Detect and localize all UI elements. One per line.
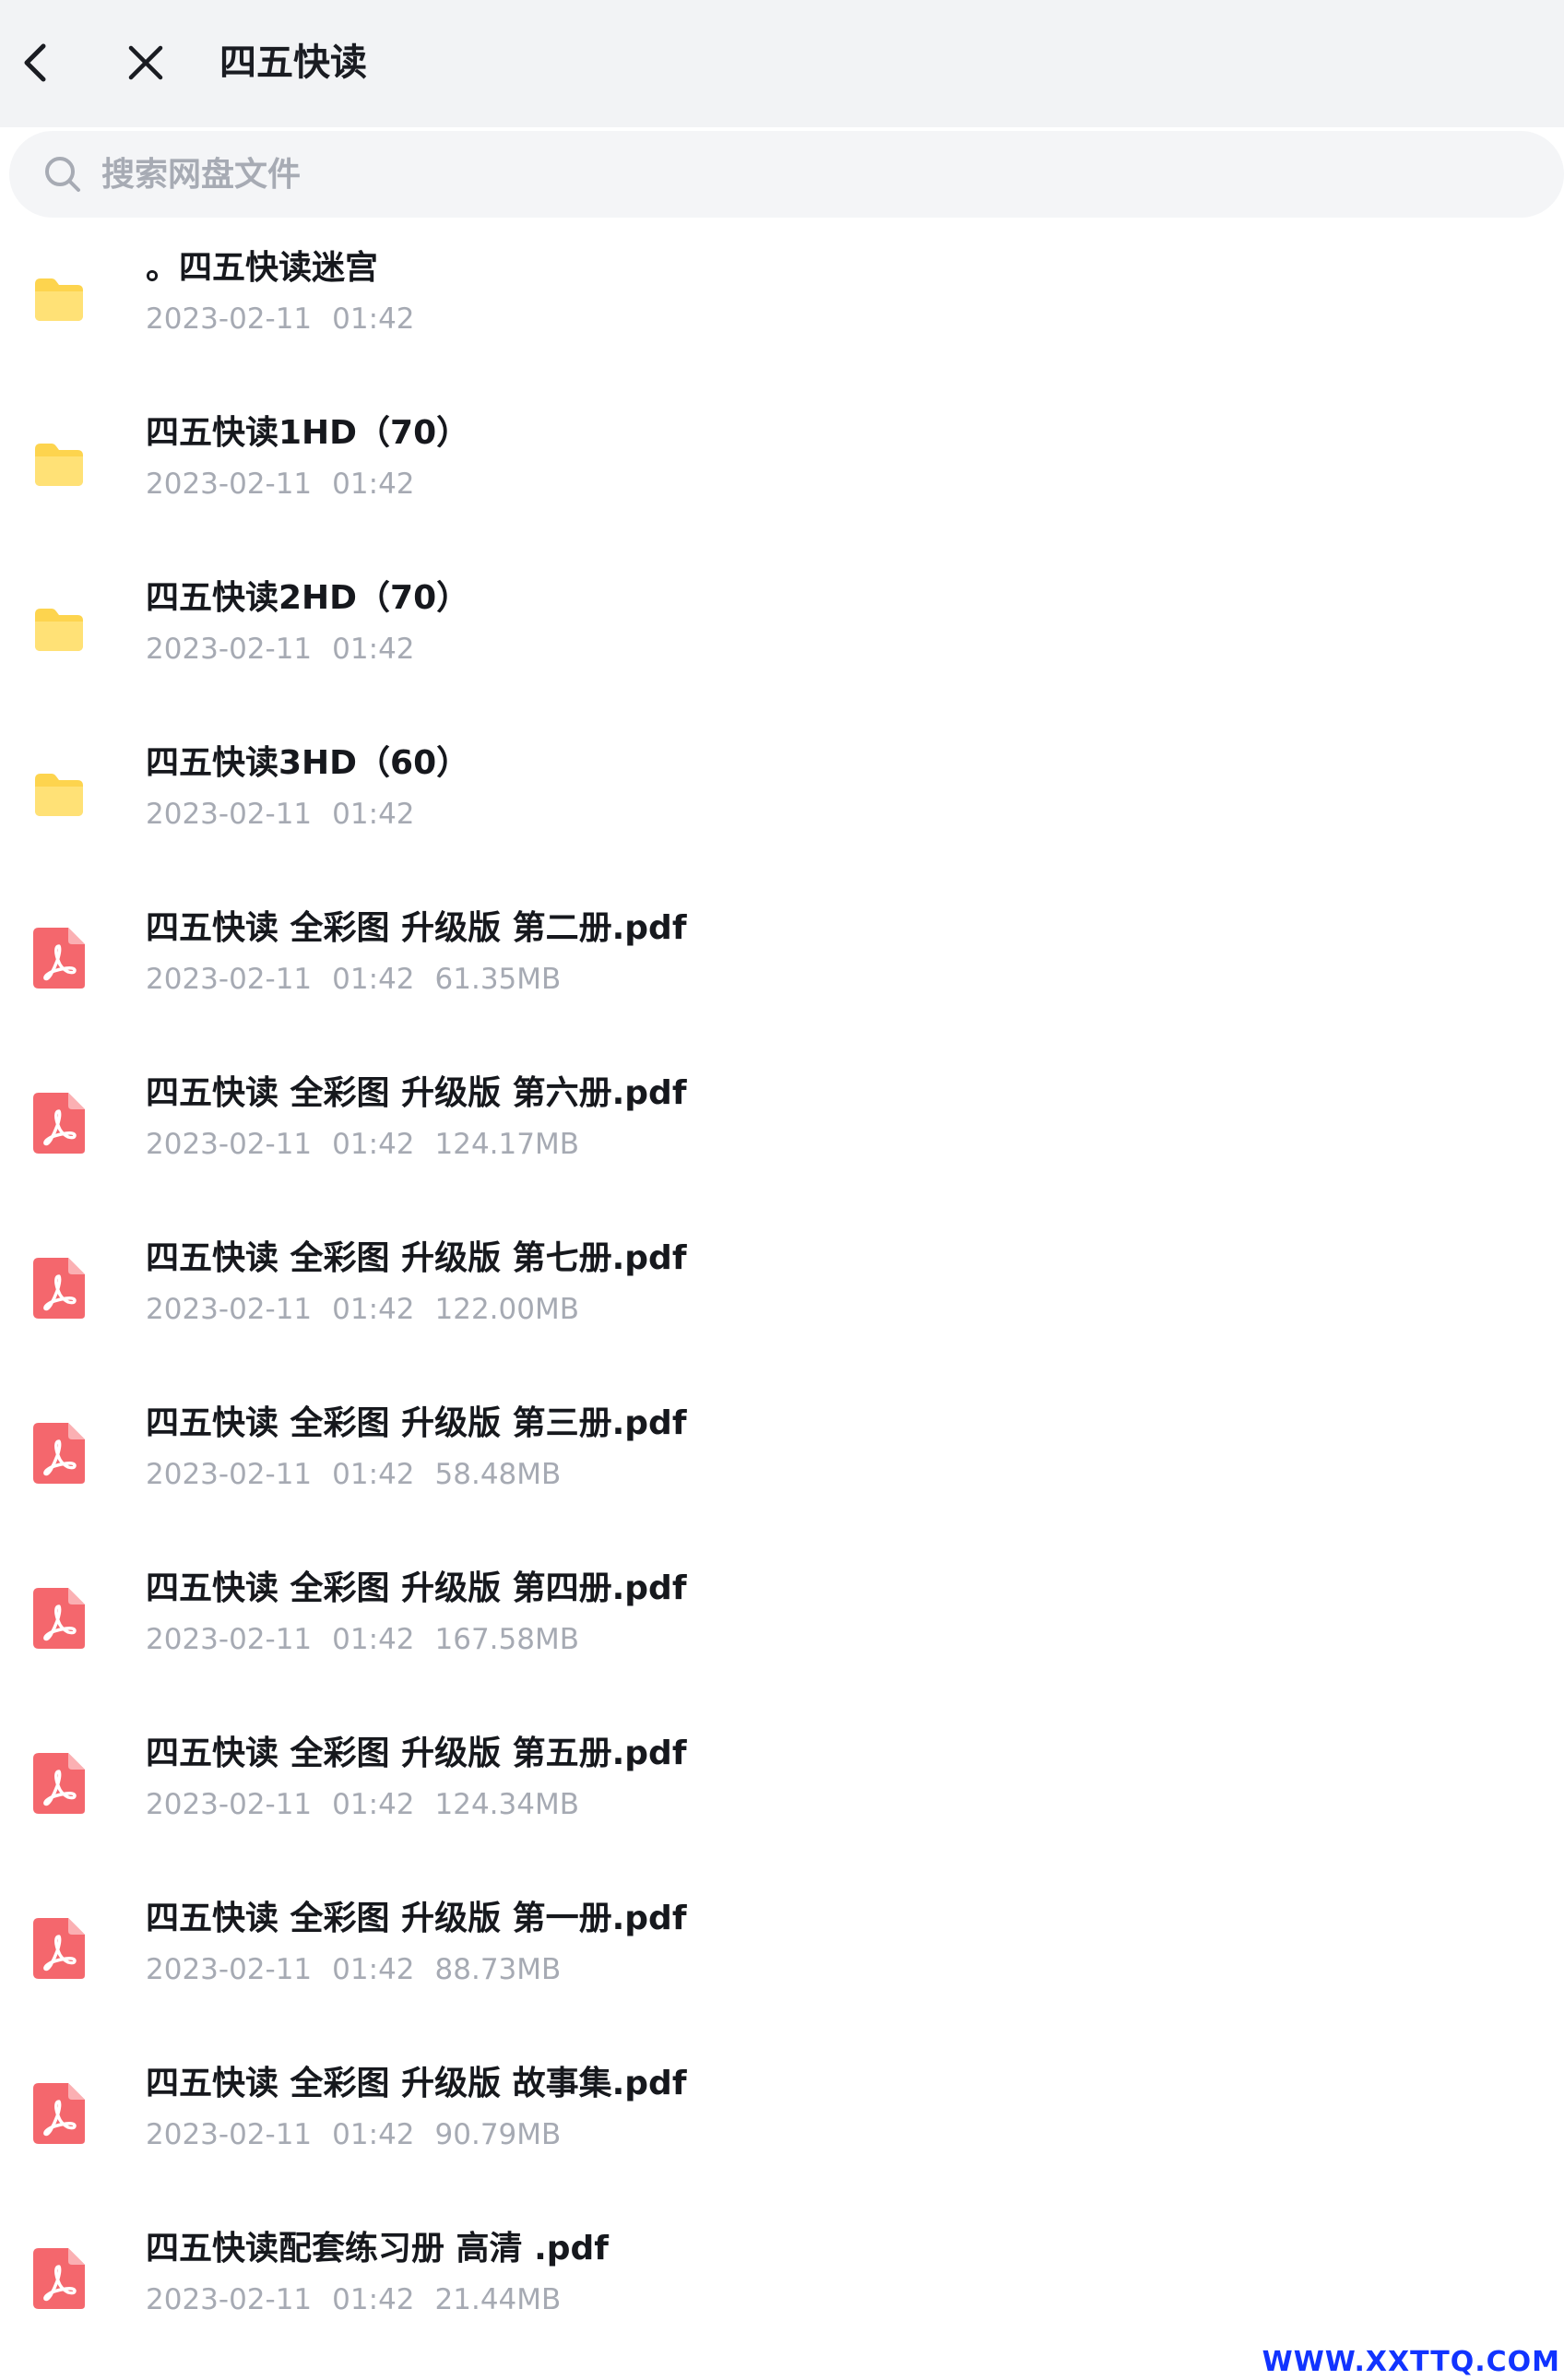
file-row[interactable]: 四五快读 全彩图 升级版 第六册.pdf 2023-02-11 01:42 124.… bbox=[0, 1050, 1564, 1215]
pdf-icon bbox=[31, 1421, 87, 1486]
file-time: 01:42 bbox=[332, 1458, 415, 1491]
file-size: 124.34MB bbox=[434, 1788, 579, 1821]
file-date: 2023-02-11 bbox=[146, 1128, 313, 1161]
file-date: 2023-02-11 bbox=[146, 633, 313, 666]
file-date: 2023-02-11 bbox=[146, 1953, 313, 1986]
search-icon bbox=[45, 157, 80, 192]
file-name: 四五快读3HD（60） bbox=[146, 744, 470, 782]
file-date: 2023-02-11 bbox=[146, 1623, 313, 1656]
file-row[interactable]: 四五快读 全彩图 升级版 第七册.pdf 2023-02-11 01:42 122.… bbox=[0, 1215, 1564, 1380]
pdf-icon bbox=[31, 1751, 87, 1816]
file-time: 01:42 bbox=[332, 1128, 415, 1161]
file-date: 2023-02-11 bbox=[146, 1788, 313, 1821]
pdf-icon bbox=[31, 1091, 87, 1155]
file-row[interactable]: 四五快读 全彩图 升级版 故事集.pdf 2023-02-11 01:42 90.7… bbox=[0, 2041, 1564, 2206]
file-row[interactable]: 四五快读2HD（70） 2023-02-11 01:42 bbox=[0, 555, 1564, 720]
file-meta: 2023-02-11 01:42 bbox=[146, 629, 435, 669]
file-name: 四五快读1HD（70） bbox=[146, 414, 470, 452]
file-meta: 2023-02-11 01:42 21.44MB bbox=[146, 2279, 581, 2320]
file-meta: 2023-02-11 01:42 124.34MB bbox=[146, 1784, 599, 1825]
file-time: 01:42 bbox=[332, 468, 415, 501]
file-name: 四五快读 全彩图 升级版 第四册.pdf bbox=[146, 1569, 687, 1607]
close-button[interactable] bbox=[118, 35, 173, 90]
file-size: 124.17MB bbox=[434, 1128, 579, 1161]
file-row[interactable]: 四五快读1HD（70） 2023-02-11 01:42 bbox=[0, 390, 1564, 555]
search-input[interactable] bbox=[101, 144, 931, 205]
top-bar: 四五快读 bbox=[0, 0, 1564, 127]
file-date: 2023-02-11 bbox=[146, 468, 313, 501]
file-time: 01:42 bbox=[332, 1788, 415, 1821]
file-time: 01:42 bbox=[332, 798, 415, 831]
file-row[interactable]: 四五快读3HD（60） 2023-02-11 01:42 bbox=[0, 720, 1564, 885]
pdf-icon bbox=[31, 2081, 87, 2146]
file-size: 61.35MB bbox=[434, 963, 562, 996]
file-row[interactable]: 。四五快读迷宫 2023-02-11 01:42 bbox=[0, 225, 1564, 390]
file-row[interactable]: 四五快读 全彩图 升级版 第一册.pdf 2023-02-11 01:42 88.7… bbox=[0, 1876, 1564, 2041]
pdf-icon bbox=[31, 1586, 87, 1651]
file-name: 四五快读 全彩图 升级版 故事集.pdf bbox=[146, 2065, 687, 2102]
file-name: 四五快读2HD（70） bbox=[146, 579, 470, 617]
file-size: 58.48MB bbox=[434, 1458, 562, 1491]
file-meta: 2023-02-11 01:42 90.79MB bbox=[146, 2114, 581, 2155]
watermark: WWW.XXTTQ.COM bbox=[1262, 2346, 1560, 2378]
file-name: 四五快读 全彩图 升级版 第一册.pdf bbox=[146, 1900, 687, 1937]
file-row[interactable]: 四五快读 全彩图 升级版 第五册.pdf 2023-02-11 01:42 124.… bbox=[0, 1711, 1564, 1876]
chevron-left-icon bbox=[24, 43, 46, 82]
file-time: 01:42 bbox=[332, 1953, 415, 1986]
file-row[interactable]: 四五快读 全彩图 升级版 第三册.pdf 2023-02-11 01:42 58.4… bbox=[0, 1380, 1564, 1545]
file-time: 01:42 bbox=[332, 1293, 415, 1326]
file-meta: 2023-02-11 01:42 122.00MB bbox=[146, 1289, 599, 1330]
file-date: 2023-02-11 bbox=[146, 2283, 313, 2316]
file-meta: 2023-02-11 01:42 124.17MB bbox=[146, 1124, 599, 1165]
back-button[interactable] bbox=[9, 35, 61, 90]
file-size: 90.79MB bbox=[434, 2118, 562, 2151]
search-bar[interactable] bbox=[9, 131, 1564, 218]
file-time: 01:42 bbox=[332, 2283, 415, 2316]
pdf-icon bbox=[31, 926, 87, 990]
file-size: 21.44MB bbox=[434, 2283, 562, 2316]
file-size: 122.00MB bbox=[434, 1293, 579, 1326]
file-time: 01:42 bbox=[332, 2118, 415, 2151]
file-date: 2023-02-11 bbox=[146, 798, 313, 831]
pdf-icon bbox=[31, 2246, 87, 2311]
file-meta: 2023-02-11 01:42 167.58MB bbox=[146, 1619, 599, 1660]
file-date: 2023-02-11 bbox=[146, 1293, 313, 1326]
file-name: 四五快读 全彩图 升级版 第三册.pdf bbox=[146, 1404, 687, 1442]
pdf-icon bbox=[31, 1916, 87, 1981]
file-size: 167.58MB bbox=[434, 1623, 579, 1656]
file-list: 。四五快读迷宫 2023-02-11 01:42 四五快读1HD（70） 2023… bbox=[0, 225, 1564, 2371]
pdf-icon bbox=[31, 1256, 87, 1320]
file-name: 四五快读 全彩图 升级版 第五册.pdf bbox=[146, 1735, 687, 1772]
file-meta: 2023-02-11 01:42 bbox=[146, 794, 435, 835]
file-row[interactable]: 四五快读 全彩图 升级版 第二册.pdf 2023-02-11 01:42 61.3… bbox=[0, 885, 1564, 1050]
folder-icon bbox=[31, 431, 87, 495]
file-meta: 2023-02-11 01:42 61.35MB bbox=[146, 959, 581, 1000]
file-name: 四五快读 全彩图 升级版 第二册.pdf bbox=[146, 909, 687, 947]
file-size: 88.73MB bbox=[434, 1953, 562, 1986]
file-name: 四五快读 全彩图 升级版 第六册.pdf bbox=[146, 1074, 687, 1112]
file-meta: 2023-02-11 01:42 bbox=[146, 299, 435, 339]
page-title: 四五快读 bbox=[219, 41, 367, 84]
folder-icon bbox=[31, 761, 87, 825]
file-meta: 2023-02-11 01:42 bbox=[146, 464, 435, 504]
file-meta: 2023-02-11 01:42 88.73MB bbox=[146, 1949, 581, 1990]
file-date: 2023-02-11 bbox=[146, 1458, 313, 1491]
file-time: 01:42 bbox=[332, 302, 415, 336]
file-name: 。四五快读迷宫 bbox=[146, 249, 379, 287]
folder-icon bbox=[31, 596, 87, 660]
file-meta: 2023-02-11 01:42 58.48MB bbox=[146, 1454, 581, 1495]
file-row[interactable]: 四五快读 全彩图 升级版 第四册.pdf 2023-02-11 01:42 167.… bbox=[0, 1545, 1564, 1711]
file-date: 2023-02-11 bbox=[146, 2118, 313, 2151]
file-name: 四五快读 全彩图 升级版 第七册.pdf bbox=[146, 1239, 687, 1277]
folder-icon bbox=[31, 266, 87, 330]
file-name: 四五快读配套练习册 高清 .pdf bbox=[146, 2230, 609, 2268]
file-time: 01:42 bbox=[332, 1623, 415, 1656]
file-date: 2023-02-11 bbox=[146, 302, 313, 336]
close-icon bbox=[128, 45, 163, 80]
file-date: 2023-02-11 bbox=[146, 963, 313, 996]
file-time: 01:42 bbox=[332, 963, 415, 996]
file-time: 01:42 bbox=[332, 633, 415, 666]
